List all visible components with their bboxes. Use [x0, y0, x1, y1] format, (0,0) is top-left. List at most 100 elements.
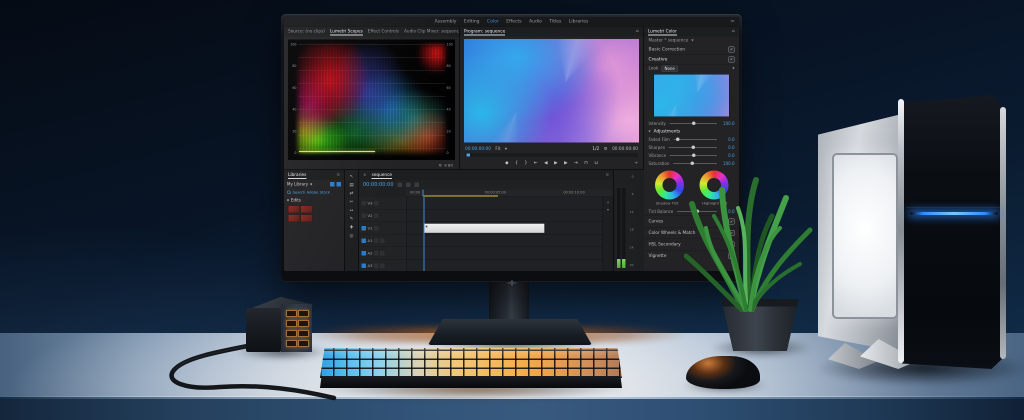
tab-effect-controls[interactable]: Effect Controls — [368, 29, 399, 34]
current-timecode[interactable]: 00:00:00:00 — [465, 147, 491, 152]
track-lock-toggle[interactable] — [374, 213, 379, 218]
panel-menu-icon[interactable]: ≡ — [336, 173, 340, 178]
source-patch-toggle[interactable] — [362, 226, 367, 231]
panel-menu-icon[interactable]: ≡ — [731, 29, 735, 34]
slider-knob[interactable] — [691, 162, 695, 166]
timeline-scroll-strip[interactable]: + ▾ — [603, 197, 614, 271]
asset-thumbnail[interactable] — [301, 206, 313, 214]
vibrance-slider[interactable] — [670, 155, 717, 156]
slider-value[interactable]: 100.0 — [721, 121, 735, 126]
timeline-ruler[interactable]: 00:00 00:00:05:00 00:00:10:00 — [406, 190, 613, 197]
workspace-tab-titles[interactable]: Titles — [549, 19, 561, 24]
creative-section[interactable]: Creative ✓ — [644, 55, 739, 65]
step-forward-button[interactable]: ▶ — [564, 161, 567, 166]
ripple-edit-tool[interactable]: ⇄ — [350, 191, 354, 196]
step-back-button[interactable]: ◀ — [544, 161, 547, 166]
tab-audio-clip-mixer[interactable]: Audio Clip Mixer: sequence — [404, 29, 459, 34]
source-patch-toggle[interactable] — [362, 201, 367, 206]
stock-search-row[interactable]: Search Adobe Stock — [284, 188, 344, 196]
mark-out-button[interactable]: } — [525, 161, 528, 166]
slider-knob[interactable] — [692, 122, 696, 126]
tab-sequence[interactable]: sequence — [372, 171, 392, 179]
close-icon[interactable]: × — [363, 173, 367, 178]
mute-toggle[interactable] — [374, 263, 379, 268]
workspace-tab-editing[interactable]: Editing — [464, 19, 480, 24]
mute-toggle[interactable] — [374, 251, 379, 256]
playback-resolution-dropdown[interactable]: 1/2 — [592, 147, 599, 152]
timeline-timecode[interactable]: 00:00:00:00 — [363, 182, 394, 188]
track-select-tool[interactable]: ▤ — [349, 183, 353, 188]
intensity-slider[interactable] — [669, 123, 717, 124]
tab-libraries[interactable]: Libraries — [288, 171, 306, 179]
slip-tool[interactable]: ↔ — [350, 208, 354, 213]
fit-dropdown[interactable]: Fit — [495, 147, 500, 152]
settings-icon[interactable]: ⚙ — [604, 147, 608, 152]
chevron-down-icon[interactable]: ▾ — [649, 129, 651, 134]
solo-toggle[interactable] — [380, 251, 385, 256]
scope-bit-depth-label[interactable]: 8 Bit — [444, 163, 453, 168]
tab-lumetri-color[interactable]: Lumetri Color — [648, 28, 677, 36]
sharpen-slider[interactable] — [669, 147, 717, 148]
panel-menu-icon[interactable]: ≡ — [635, 29, 639, 34]
extract-button[interactable]: ⊔ — [594, 161, 598, 166]
razor-tool[interactable]: ✂ — [350, 200, 354, 205]
solo-toggle[interactable] — [380, 238, 385, 243]
cloud-status-icon[interactable] — [337, 182, 342, 187]
slider-value[interactable]: 0.0 — [721, 153, 735, 158]
workspace-tab-color[interactable]: Color — [487, 19, 499, 24]
mark-in-button[interactable]: { — [515, 161, 518, 166]
slider-knob[interactable] — [691, 146, 695, 150]
timeline-lanes[interactable] — [407, 197, 603, 271]
library-bin-dropdown[interactable]: My Library — [287, 182, 308, 187]
settings-icon[interactable]: ⚙ — [438, 163, 441, 168]
linked-selection-icon[interactable] — [406, 183, 411, 188]
workspace-tab-assembly[interactable]: Assembly — [435, 19, 457, 24]
saturation-slider[interactable] — [673, 163, 717, 164]
pen-tool[interactable]: ✎ — [350, 217, 354, 222]
button-editor-icon[interactable]: + — [634, 161, 638, 166]
slider-value[interactable]: 0.0 — [721, 137, 735, 142]
slider-value[interactable]: 0.0 — [721, 145, 735, 150]
shadow-tint-wheel[interactable] — [655, 171, 684, 200]
asset-thumbnail[interactable] — [288, 206, 300, 214]
chevron-down-icon[interactable]: ▾ — [287, 198, 289, 203]
track-lock-toggle[interactable] — [374, 226, 379, 231]
play-button[interactable]: ▶ — [554, 161, 557, 166]
basic-correction-section[interactable]: Basic Correction ✓ — [644, 45, 739, 55]
sync-status-icon[interactable] — [330, 182, 335, 187]
look-dropdown[interactable]: None — [661, 65, 677, 72]
tab-lumetri-scopes[interactable]: Lumetri Scopes — [330, 28, 363, 36]
creative-checkbox[interactable]: ✓ — [729, 56, 735, 62]
workspace-tab-effects[interactable]: Effects — [506, 19, 521, 24]
track-lock-toggle[interactable] — [374, 201, 379, 206]
marker-icon[interactable] — [415, 183, 420, 188]
asset-thumbnail[interactable] — [288, 215, 300, 223]
hand-tool[interactable]: ✚ — [350, 225, 354, 230]
workspace-tab-libraries[interactable]: Libraries — [569, 19, 588, 24]
workspace-overflow-icon[interactable]: ≫ — [730, 19, 735, 24]
source-patch-toggle[interactable] — [362, 263, 367, 268]
slider-knob[interactable] — [676, 138, 680, 142]
video-clip[interactable] — [424, 224, 545, 234]
look-preview-thumbnail[interactable] — [654, 74, 730, 117]
workspace-tab-audio[interactable]: Audio — [529, 19, 542, 24]
slider-knob[interactable] — [692, 154, 696, 158]
snap-toggle-icon[interactable] — [398, 183, 403, 188]
source-patch-toggle[interactable] — [362, 238, 367, 243]
add-track-icon[interactable]: + — [606, 200, 609, 205]
go-to-out-button[interactable]: ⇥ — [574, 161, 578, 166]
lift-button[interactable]: ⊓ — [584, 161, 588, 166]
faded-film-slider[interactable] — [673, 139, 717, 140]
zoom-tool[interactable]: ◎ — [350, 234, 354, 239]
basic-correction-checkbox[interactable]: ✓ — [729, 46, 735, 52]
chevron-down-icon[interactable]: ▾ — [732, 66, 734, 71]
slider-value[interactable]: 100.0 — [721, 161, 735, 166]
go-to-in-button[interactable]: ⇤ — [534, 161, 538, 166]
solo-toggle[interactable] — [380, 263, 385, 268]
asset-thumbnail[interactable] — [301, 215, 313, 223]
stock-search-link[interactable]: Search Adobe Stock — [293, 190, 331, 195]
source-patch-toggle[interactable] — [362, 251, 367, 256]
add-marker-button[interactable]: ◆ — [505, 161, 508, 166]
playhead-marker[interactable] — [423, 190, 424, 197]
folder-row[interactable]: ▾ Edits — [284, 196, 344, 204]
